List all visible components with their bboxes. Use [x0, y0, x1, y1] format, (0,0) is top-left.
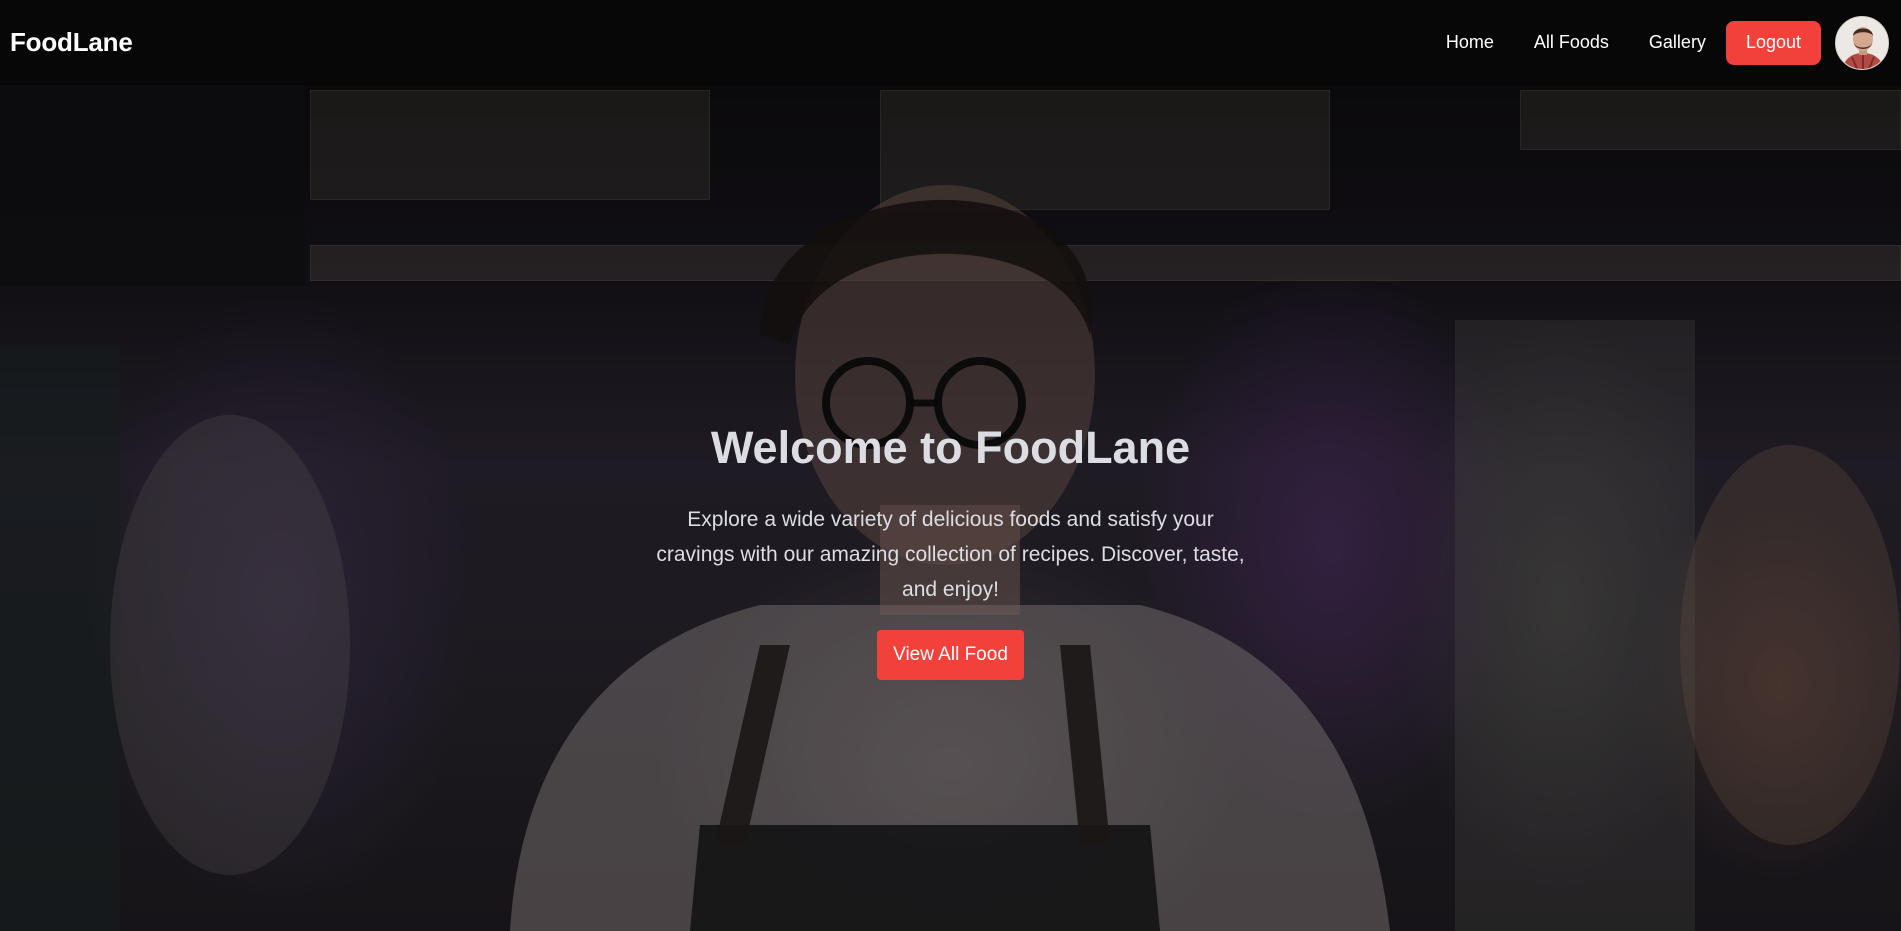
nav-menu: Home All Foods Gallery Logout	[1426, 15, 1889, 70]
hero-title: Welcome to FoodLane	[710, 422, 1191, 473]
nav-link-gallery[interactable]: Gallery	[1649, 32, 1706, 53]
view-all-food-button[interactable]: View All Food	[877, 630, 1024, 680]
avatar-portrait	[1836, 16, 1888, 69]
hero-description: Explore a wide variety of delicious food…	[656, 508, 1245, 601]
nav-link-all-foods[interactable]: All Foods	[1534, 32, 1609, 53]
hero-banner: Welcome to FoodLane Explore a wide varie…	[0, 85, 1901, 931]
brand-logo[interactable]: FoodLane	[10, 27, 133, 58]
nav-link-home[interactable]: Home	[1446, 32, 1494, 53]
user-avatar-icon[interactable]	[1835, 15, 1889, 70]
top-navbar: FoodLane Home All Foods Gallery Logout	[0, 0, 1901, 85]
logout-button[interactable]: Logout	[1725, 20, 1821, 65]
